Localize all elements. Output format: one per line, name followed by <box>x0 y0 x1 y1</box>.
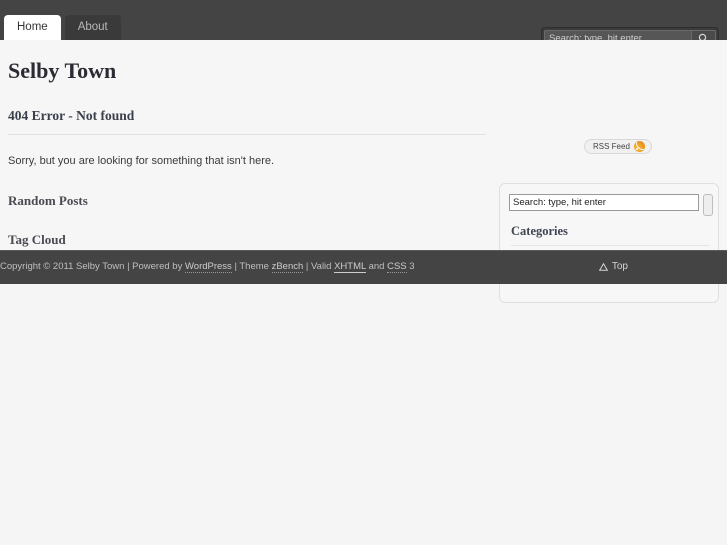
sidebar-search-input[interactable] <box>509 194 699 211</box>
random-posts-heading: Random Posts <box>8 193 88 208</box>
content-region: Selby Town 404 Error - Not found Sorry, … <box>0 40 727 303</box>
tag-cloud-heading: Tag Cloud <box>8 232 66 247</box>
nav-tab-home-label: Home <box>17 21 48 33</box>
site-title: Selby Town <box>8 58 117 83</box>
footer-copyright: Copyright © 2011 Selby Town <box>0 261 125 272</box>
categories-widget-title: Categories <box>511 224 568 238</box>
sidebar-search-form <box>509 194 713 216</box>
footer-separator-3: | <box>305 261 309 272</box>
footer-css-version: 3 <box>409 261 415 272</box>
nav-tab-about[interactable]: About <box>64 15 121 42</box>
footer-css-link[interactable]: CSS <box>387 261 407 273</box>
footer-separator-2: | <box>234 261 237 272</box>
footer-theme-link[interactable]: zBench <box>271 261 304 273</box>
title-divider <box>8 134 486 135</box>
sidebar: Categories No categories <box>499 183 719 303</box>
site-header: Home About <box>0 0 727 50</box>
back-to-top-link[interactable]: Top <box>598 261 628 272</box>
rss-icon <box>633 141 645 152</box>
footer-separator-1: | <box>127 261 130 272</box>
error-page-message: Sorry, but you are looking for something… <box>8 155 275 167</box>
footer-valid-label: Valid <box>311 261 332 272</box>
sidebar-search-submit-button[interactable] <box>703 194 713 216</box>
categories-widget-divider <box>511 245 709 246</box>
footer-wordpress-link[interactable]: WordPress <box>184 261 232 273</box>
main-column: 404 Error - Not found Sorry, but you are… <box>8 108 486 248</box>
site-footer: Copyright © 2011 Selby Town | Powered by… <box>0 250 727 284</box>
back-to-top-label: Top <box>611 261 628 272</box>
rss-feed-label: RSS Feed <box>593 142 630 151</box>
nav-tab-about-label: About <box>77 21 108 33</box>
footer-xhtml-link[interactable]: XHTML <box>334 261 366 273</box>
nav-tab-home[interactable]: Home <box>4 15 61 42</box>
footer-theme-label: Theme <box>239 261 269 272</box>
primary-navigation: Home About <box>4 15 121 42</box>
page-root: Home About Selby Town 404 Error - Not fo… <box>0 0 727 545</box>
footer-and-label: and <box>368 261 385 272</box>
rss-feed-button[interactable]: RSS Feed <box>584 139 652 154</box>
triangle-up-icon <box>598 262 608 271</box>
error-page-title: 404 Error - Not found <box>8 108 135 123</box>
footer-credits: Copyright © 2011 Selby Town | Powered by… <box>0 261 415 273</box>
footer-powered-by-label: Powered by <box>132 261 183 272</box>
